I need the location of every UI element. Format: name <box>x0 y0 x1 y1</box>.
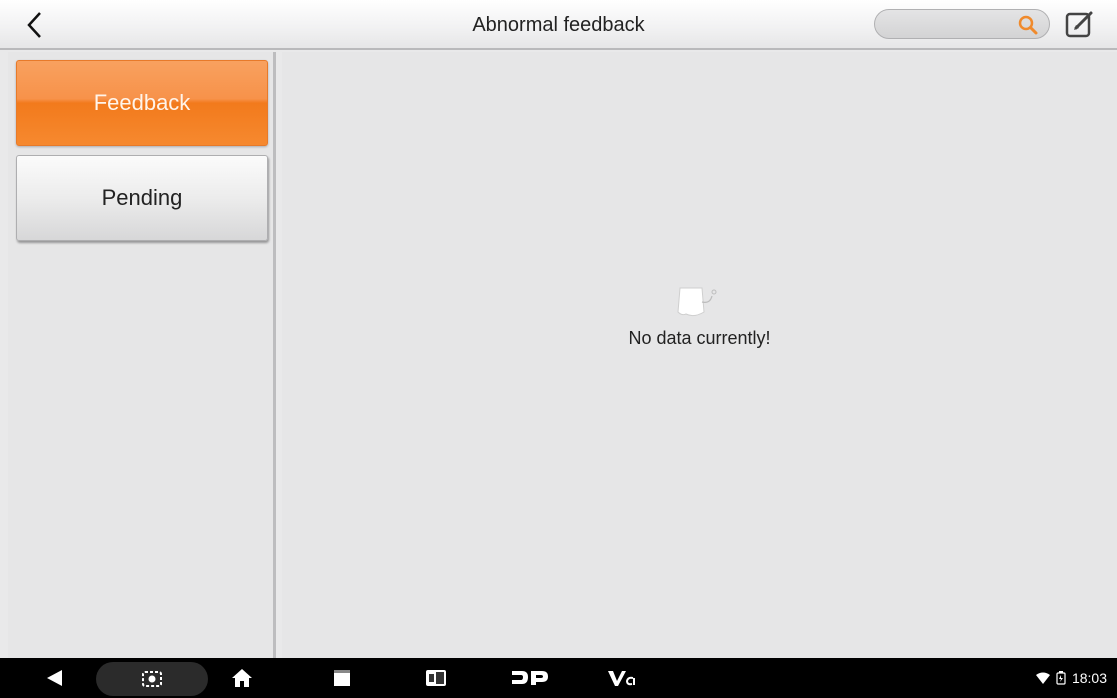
battery-icon <box>1056 671 1066 685</box>
empty-message: No data currently! <box>628 328 771 348</box>
sidebar-item-label: Feedback <box>93 90 191 115</box>
vci-switch-icon <box>426 670 446 686</box>
back-icon <box>47 670 62 686</box>
sidebar-item-pending[interactable]: Pending <box>16 155 268 241</box>
vci-icon <box>608 671 635 686</box>
content-panel: No data currently! <box>282 52 1117 658</box>
sidebar: Feedback Pending <box>8 52 276 658</box>
search-box[interactable] <box>874 9 1050 39</box>
title-bar: Abnormal feedback <box>0 0 1117 50</box>
wifi-icon <box>1035 672 1050 684</box>
sidebar-item-feedback[interactable]: Feedback <box>16 60 268 146</box>
search-icon[interactable] <box>1017 14 1039 36</box>
home-button[interactable] <box>226 658 258 698</box>
screenshot-button[interactable] <box>136 658 168 698</box>
home-icon <box>232 669 252 687</box>
system-nav-bar: 18:03 <box>0 658 1117 698</box>
recent-apps-icon <box>334 670 350 686</box>
dp-icon <box>512 671 548 685</box>
screenshot-icon <box>142 671 162 687</box>
dp-button[interactable] <box>508 658 552 698</box>
clock: 18:03 <box>1071 670 1107 686</box>
recent-apps-button[interactable] <box>326 658 358 698</box>
empty-state: No data currently! <box>282 282 1117 349</box>
empty-box-icon <box>676 287 716 317</box>
vci-button[interactable] <box>604 658 638 698</box>
search-input[interactable] <box>887 13 1021 37</box>
status-area: 18:03 <box>1035 658 1107 698</box>
nav-back-button[interactable] <box>36 658 72 698</box>
sidebar-item-label: Pending <box>101 185 183 210</box>
vci-switch-button[interactable] <box>420 658 452 698</box>
edit-icon[interactable] <box>1063 9 1097 41</box>
